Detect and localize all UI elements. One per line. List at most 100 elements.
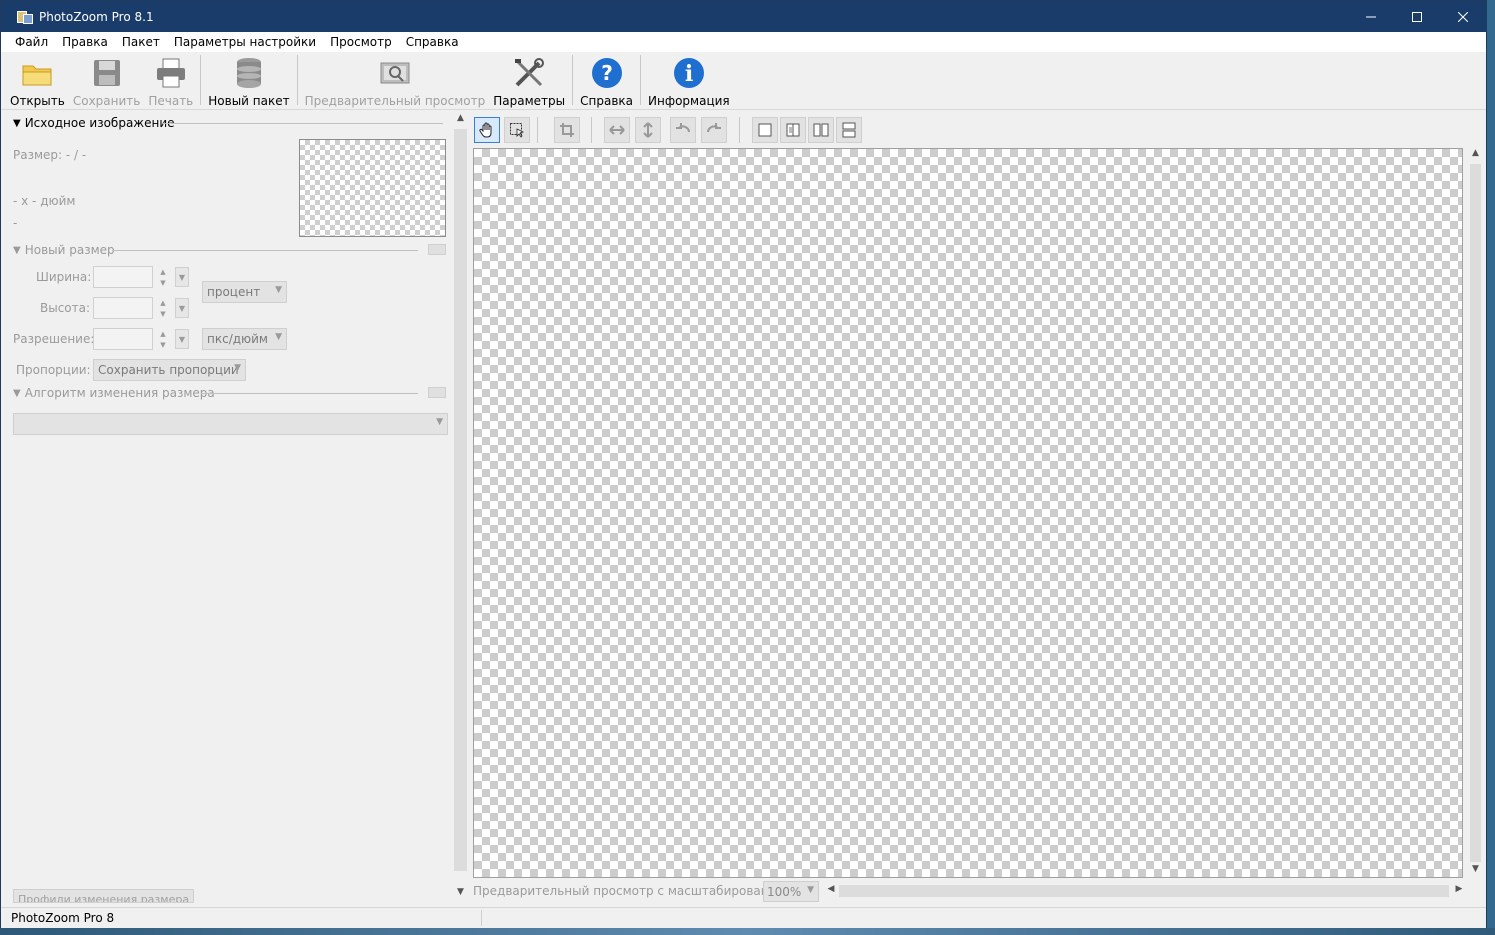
menu-edit[interactable]: Правка [55,32,115,52]
width-label: Ширина: [36,270,92,284]
save-button[interactable]: Сохранить [69,52,145,108]
folder-icon [20,56,54,90]
height-spinner[interactable]: ▲ ▼ [157,297,169,319]
algorithm-options-button[interactable] [428,387,446,398]
minimize-button[interactable] [1348,1,1394,32]
single-view-button[interactable] [752,117,778,143]
status-bar: PhotoZoom Pro 8 [1,907,1486,928]
chevron-down-icon: ▼ [807,885,814,895]
source-image-header[interactable]: ▼ Исходное изображение [13,116,175,130]
app-icon [17,9,33,25]
chevron-down-icon: ▼ [275,285,282,295]
chevron-down-icon: ▼ [275,332,282,342]
new-size-options-button[interactable] [428,244,446,255]
flip-vertical-button[interactable] [635,117,661,143]
menu-bar: Файл Правка Пакет Параметры настройки Пр… [1,32,1486,52]
menu-batch[interactable]: Пакет [115,32,167,52]
rotate-left-button[interactable] [670,117,696,143]
app-window: PhotoZoom Pro 8.1 Файл Правка Пакет Пара… [0,0,1487,928]
toolbar-separator [296,55,298,105]
size-unit-select[interactable]: процент ▼ [202,281,287,303]
split-view-button[interactable] [780,117,806,143]
preview-canvas[interactable] [473,148,1463,878]
scroll-up-icon[interactable]: ▲ [452,113,469,123]
crop-icon [560,123,574,137]
settings-button[interactable]: Параметры [489,52,569,108]
info-button[interactable]: i Информация [644,52,734,108]
width-input[interactable] [93,266,153,288]
svg-text:i: i [685,61,693,87]
new-size-header[interactable]: ▼ Новый размер [13,243,115,257]
zoom-select[interactable]: 100% ▼ [763,881,819,902]
new-batch-button[interactable]: Новый пакет [204,52,293,108]
minimize-icon [1366,16,1376,17]
menu-settings[interactable]: Параметры настройки [167,32,323,52]
chevron-down-icon: ▼ [234,363,241,373]
resolution-unit-select[interactable]: пкс/дюйм ▼ [202,328,287,350]
resolution-spinner[interactable]: ▲ ▼ [157,328,169,350]
close-button[interactable] [1440,1,1486,32]
vertical-arrows-icon [643,122,653,138]
status-text: PhotoZoom Pro 8 [11,911,115,925]
resolution-input[interactable] [93,328,153,350]
toolbar-separator [640,55,641,105]
scrollbar-thumb[interactable] [1470,164,1481,862]
width-spinner[interactable]: ▲ ▼ [157,266,169,288]
preview-button[interactable]: Предварительный просмотр [301,52,490,108]
settings-panel-scrollbar[interactable]: ▲ ▼ [452,113,469,903]
rotate-right-button[interactable] [701,117,727,143]
scrollbar-thumb[interactable] [454,129,467,871]
proportions-label: Пропорции: [16,363,91,377]
window-controls [1348,1,1486,32]
toolbar-separator [200,55,202,105]
menu-help[interactable]: Справка [399,32,466,52]
hand-icon [479,122,492,138]
print-button[interactable]: Печать [144,52,197,108]
height-dropdown[interactable]: ▼ [175,298,189,318]
menu-file[interactable]: Файл [8,32,55,52]
scroll-down-icon[interactable]: ▼ [452,887,469,897]
rotate-left-icon [676,123,690,133]
algorithm-header[interactable]: ▼ Алгоритм изменения размера [13,386,215,400]
menu-view[interactable]: Просмотр [323,32,399,52]
toolbar-separator [572,55,574,105]
close-icon [1458,11,1468,22]
open-button[interactable]: Открыть [6,52,69,108]
scroll-right-icon[interactable]: ▶ [1453,884,1465,894]
maximize-icon [1412,11,1422,22]
scroll-up-icon[interactable]: ▲ [1467,148,1484,158]
resolution-label: Разрешение: [13,332,95,346]
scroll-left-icon[interactable]: ◀ [825,884,837,894]
help-button[interactable]: ? Справка [576,52,637,108]
desktop-background [1487,0,1495,935]
flip-horizontal-button[interactable] [604,117,630,143]
horizontal-arrows-icon [609,125,625,135]
printer-icon [154,56,188,90]
stacked-view-button[interactable] [836,117,862,143]
width-dropdown[interactable]: ▼ [175,267,189,287]
selection-tool-button[interactable] [504,117,530,143]
pan-tool-button[interactable] [474,117,500,143]
proportions-select[interactable]: Сохранить пропорции ▼ [93,359,246,381]
resize-profiles-button[interactable]: Профили изменения размера [13,889,194,903]
marquee-select-icon [510,123,525,138]
source-size-text: Размер: - / - [13,148,87,162]
window-title: PhotoZoom Pro 8.1 [39,9,154,24]
side-by-side-view-button[interactable] [808,117,834,143]
preview-toolbar [473,115,1473,145]
crop-button[interactable] [554,117,580,143]
height-input[interactable] [93,297,153,319]
chevron-down-icon: ▼ [436,417,443,427]
collapse-triangle-icon: ▼ [13,244,21,256]
preview-vertical-scrollbar[interactable]: ▲ ▼ [1467,148,1484,878]
algorithm-select[interactable]: ▼ [13,413,448,435]
resolution-dropdown[interactable]: ▼ [175,329,189,349]
section-divider [112,250,418,251]
scrollbar-thumb[interactable] [839,885,1449,897]
preview-horizontal-scrollbar[interactable]: ◀ ▶ [825,882,1467,900]
maximize-button[interactable] [1394,1,1440,32]
settings-panel: ▼ Исходное изображение Размер: - / - - x… [8,113,451,903]
scroll-down-icon[interactable]: ▼ [1467,864,1484,874]
toolbar-separator [537,117,538,143]
toolbar-separator [739,117,740,143]
